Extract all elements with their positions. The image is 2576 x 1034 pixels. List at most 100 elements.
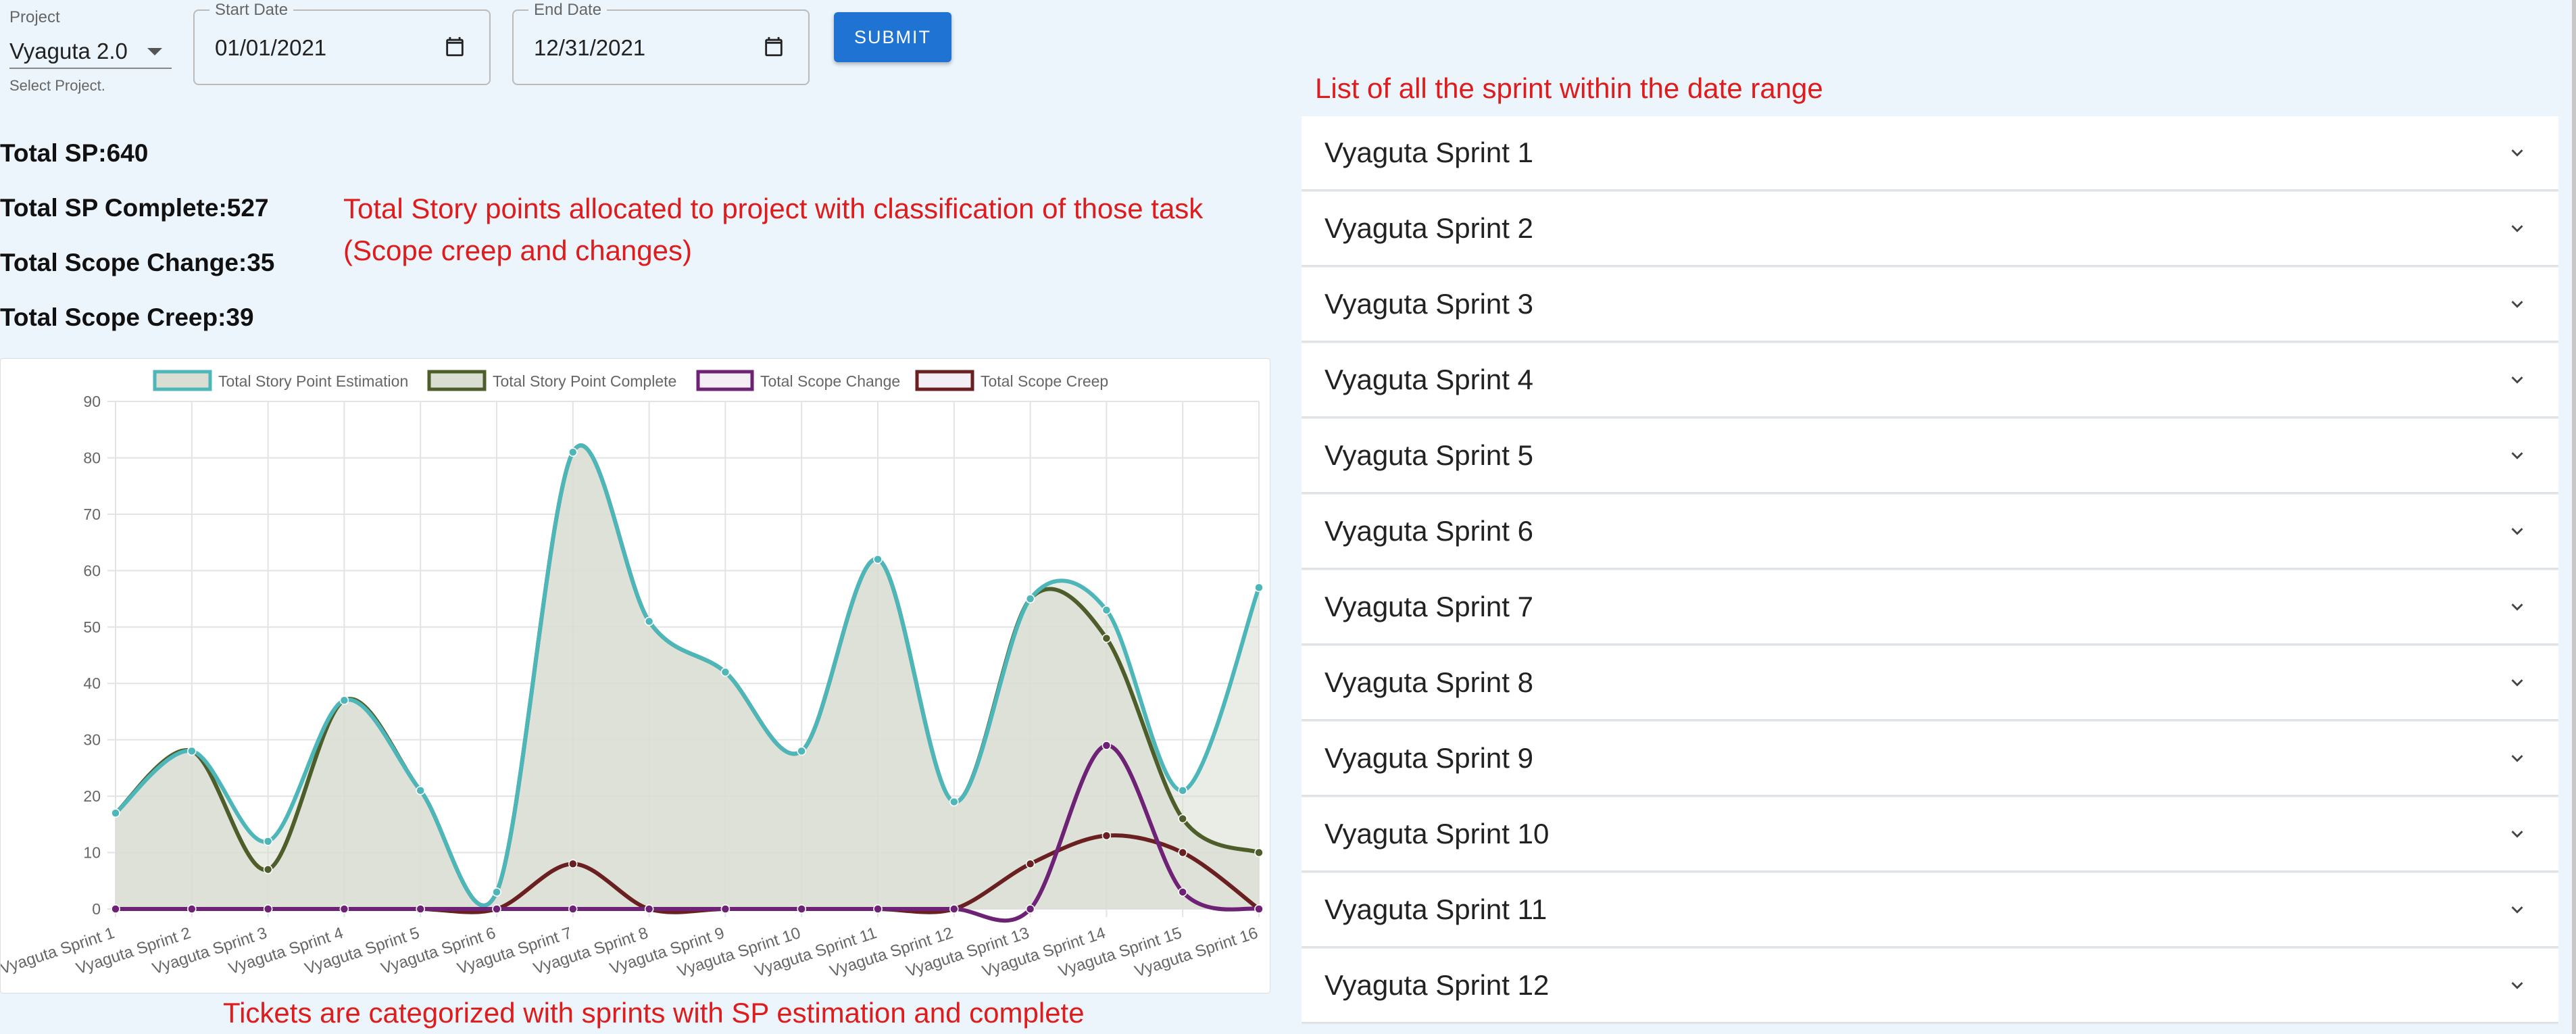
data-point xyxy=(416,786,425,795)
data-point xyxy=(339,695,349,706)
end-date-label: End Date xyxy=(528,1,608,20)
sprint-name: Vyaguta Sprint 3 xyxy=(1324,288,1533,320)
y-tick-label: 80 xyxy=(83,449,101,466)
sprint-accordion-item[interactable]: Vyaguta Sprint 2 xyxy=(1302,192,2558,266)
data-point xyxy=(111,808,120,818)
data-point xyxy=(949,904,959,914)
chevron-down-icon[interactable] xyxy=(2506,974,2529,997)
submit-button[interactable]: SUBMIT xyxy=(834,12,951,62)
data-point xyxy=(339,904,349,914)
total-sp-complete: Total SP Complete:527 xyxy=(0,194,269,222)
y-tick-label: 50 xyxy=(83,618,101,636)
sprint-accordion-item[interactable]: Vyaguta Sprint 1 xyxy=(1302,116,2558,191)
legend-label: Total Story Point Complete xyxy=(493,372,676,390)
caret-down-icon xyxy=(147,47,162,55)
sprint-name: Vyaguta Sprint 2 xyxy=(1324,212,1533,244)
data-point xyxy=(949,797,959,807)
data-point xyxy=(720,904,730,914)
chevron-down-icon[interactable] xyxy=(2506,747,2529,770)
data-point xyxy=(111,904,120,914)
chevron-down-icon[interactable] xyxy=(2506,898,2529,921)
sprint-name: Vyaguta Sprint 12 xyxy=(1324,969,1550,1001)
legend-swatch xyxy=(696,370,754,391)
sprint-name: Vyaguta Sprint 1 xyxy=(1324,137,1533,168)
data-point xyxy=(263,837,273,846)
total-sp: Total SP:640 xyxy=(0,139,149,167)
chart-x-ticks: Vyaguta Sprint 1Vyaguta Sprint 2Vyaguta … xyxy=(1,924,1260,981)
legend-label: Total Scope Creep xyxy=(981,372,1108,390)
chevron-down-icon[interactable] xyxy=(2506,595,2529,618)
data-point xyxy=(797,746,806,756)
chart-legend: Total Story Point Estimation Total Story … xyxy=(153,370,1108,391)
y-tick-label: 0 xyxy=(92,900,101,918)
sprint-name: Vyaguta Sprint 5 xyxy=(1324,439,1533,471)
sprint-list: Vyaguta Sprint 1 Vyaguta Sprint 2 Vyaguta … xyxy=(1302,116,2558,1034)
chart-note: Tickets are categorized with sprints wit… xyxy=(223,997,1085,1029)
sprint-accordion-item[interactable]: Vyaguta Sprint 10 xyxy=(1302,797,2558,872)
chevron-down-icon[interactable] xyxy=(2506,141,2529,164)
story-points-note-line2: (Scope creep and changes) xyxy=(343,235,692,266)
data-point xyxy=(416,904,425,914)
chart-y-ticks: 0 10 20 30 40 50 60 70 80 90 xyxy=(83,393,101,918)
data-point xyxy=(568,447,578,457)
data-point xyxy=(1025,904,1035,914)
sprint-accordion-item[interactable]: Vyaguta Sprint 12 xyxy=(1302,949,2558,1023)
start-date-value: 01/01/2021 xyxy=(215,35,327,60)
legend-label: Total Scope Change xyxy=(760,372,900,390)
sprint-list-note: List of all the sprint within the date r… xyxy=(1315,72,1823,104)
data-point xyxy=(1101,605,1112,615)
page-scrollbar[interactable] xyxy=(2572,0,2576,1034)
sprint-line-chart: 0 10 20 30 40 50 60 70 80 90 Vyaguta Sprint 1Vyag… xyxy=(1,370,1264,981)
chevron-down-icon[interactable] xyxy=(2506,444,2529,467)
data-point xyxy=(492,887,501,897)
sprint-accordion-item[interactable]: Vyaguta Sprint 8 xyxy=(1302,646,2558,720)
start-date-label: Start Date xyxy=(209,1,294,20)
story-points-note: Total Story points allocated to project … xyxy=(343,188,1203,272)
y-tick-label: 60 xyxy=(83,562,101,579)
data-point xyxy=(644,616,654,626)
data-point xyxy=(1178,814,1187,824)
chevron-down-icon[interactable] xyxy=(2506,520,2529,543)
sprint-accordion-item[interactable]: Vyaguta Sprint 11 xyxy=(1302,873,2558,947)
chevron-down-icon[interactable] xyxy=(2506,293,2529,316)
sprint-accordion-item[interactable]: Vyaguta Sprint 9 xyxy=(1302,722,2558,796)
data-point xyxy=(568,859,578,868)
sprint-accordion-item[interactable]: Vyaguta Sprint 3 xyxy=(1302,268,2558,342)
calendar-icon[interactable] xyxy=(762,35,785,58)
sprint-name: Vyaguta Sprint 8 xyxy=(1324,666,1533,698)
y-tick-label: 30 xyxy=(83,731,101,749)
data-point xyxy=(187,904,197,914)
chevron-down-icon[interactable] xyxy=(2506,368,2529,391)
chevron-down-icon[interactable] xyxy=(2506,671,2529,694)
legend-swatch xyxy=(915,370,974,391)
data-point xyxy=(1025,859,1035,868)
y-tick-label: 20 xyxy=(83,787,101,805)
sprint-accordion-item[interactable]: Vyaguta Sprint 7 xyxy=(1302,570,2558,645)
data-point xyxy=(1101,831,1112,841)
calendar-icon[interactable] xyxy=(443,35,466,58)
data-point xyxy=(873,904,883,914)
sprint-accordion-item[interactable]: Vyaguta Sprint 5 xyxy=(1302,419,2558,493)
legend-swatch xyxy=(153,370,212,391)
data-point xyxy=(1101,633,1112,643)
sprint-name: Vyaguta Sprint 6 xyxy=(1324,515,1533,547)
start-date-field[interactable]: Start Date 01/01/2021 xyxy=(193,1,491,85)
sprint-name: Vyaguta Sprint 10 xyxy=(1324,818,1550,850)
sprint-chart-card: 0 10 20 30 40 50 60 70 80 90 Vyaguta Sprint 1 Vyag… xyxy=(0,358,1270,993)
y-tick-label: 10 xyxy=(83,844,101,862)
sprint-name: Vyaguta Sprint 11 xyxy=(1324,893,1547,925)
chevron-down-icon[interactable] xyxy=(2506,217,2529,240)
data-point xyxy=(873,554,883,564)
data-point xyxy=(568,904,578,914)
y-tick-label: 90 xyxy=(83,393,101,410)
project-select[interactable]: Vyaguta 2.0 xyxy=(9,35,172,69)
legend-label: Total Story Point Estimation xyxy=(218,372,408,390)
data-point xyxy=(1178,887,1187,897)
total-scope-creep: Total Scope Creep:39 xyxy=(0,303,254,331)
chevron-down-icon[interactable] xyxy=(2506,822,2529,845)
sprint-accordion-item[interactable]: Vyaguta Sprint 4 xyxy=(1302,343,2558,418)
sprint-accordion-item[interactable]: Vyaguta Sprint 6 xyxy=(1302,495,2558,569)
sprint-name: Vyaguta Sprint 4 xyxy=(1324,364,1533,395)
end-date-field[interactable]: End Date 12/31/2021 xyxy=(512,1,810,85)
data-point xyxy=(263,864,273,875)
